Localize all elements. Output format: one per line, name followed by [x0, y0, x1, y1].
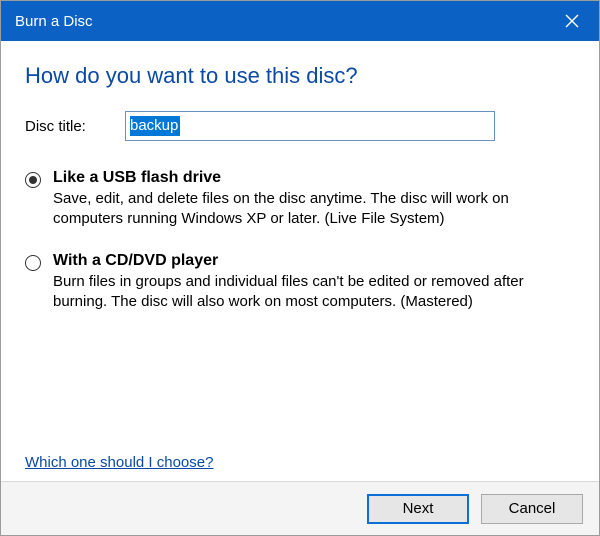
disc-title-label: Disc title:	[25, 118, 125, 135]
dialog-window: Burn a Disc How do you want to use this …	[0, 0, 600, 536]
disc-title-row: Disc title: backup	[25, 111, 575, 141]
option-cddvd-desc: Burn files in groups and individual file…	[53, 272, 575, 313]
option-cddvd-title: With a CD/DVD player	[53, 252, 575, 270]
titlebar: Burn a Disc	[1, 1, 599, 41]
dialog-content: How do you want to use this disc? Disc t…	[1, 41, 599, 481]
disc-title-value: backup	[130, 116, 180, 136]
radio-cddvd[interactable]	[25, 255, 41, 271]
cancel-button[interactable]: Cancel	[481, 494, 583, 524]
option-usb-desc: Save, edit, and delete files on the disc…	[53, 189, 575, 230]
close-button[interactable]	[545, 1, 599, 41]
window-title: Burn a Disc	[15, 13, 545, 30]
page-heading: How do you want to use this disc?	[25, 63, 575, 89]
radio-usb[interactable]	[25, 172, 41, 188]
close-icon	[565, 14, 579, 28]
option-usb-flash-drive[interactable]: Like a USB flash drive Save, edit, and d…	[25, 169, 575, 230]
option-cd-dvd-player[interactable]: With a CD/DVD player Burn files in group…	[25, 252, 575, 313]
help-link[interactable]: Which one should I choose?	[25, 454, 213, 471]
next-button[interactable]: Next	[367, 494, 469, 524]
disc-title-input[interactable]: backup	[125, 111, 495, 141]
option-usb-title: Like a USB flash drive	[53, 169, 575, 187]
button-bar: Next Cancel	[1, 481, 599, 535]
